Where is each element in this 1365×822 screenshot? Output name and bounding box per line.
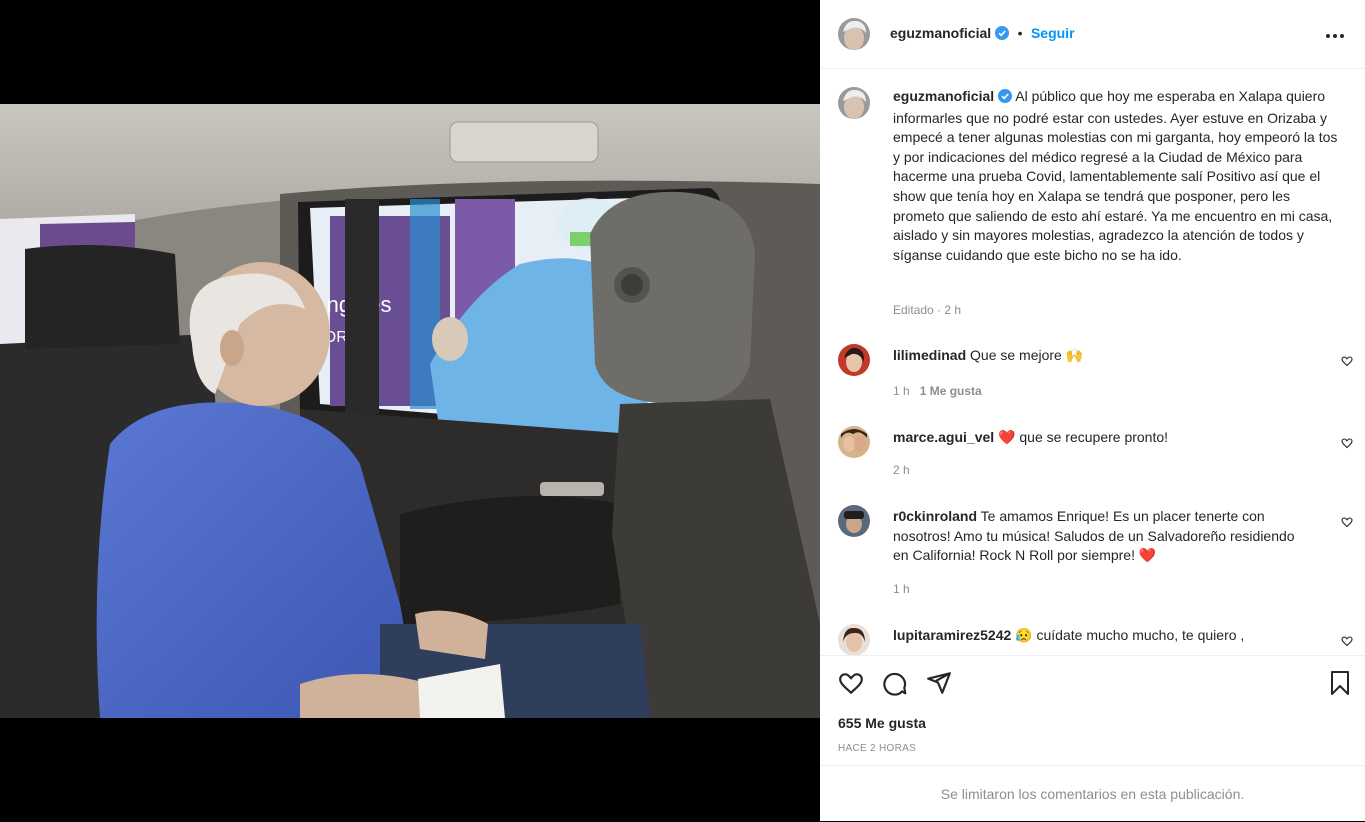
comment-text: lilimedinad Que se mejore 🙌 [893, 346, 1313, 366]
comments-limited-notice: Se limitaron los comentarios en esta pub… [820, 765, 1365, 822]
comments-list[interactable]: eguzmanoficial Al público que hoy me esp… [820, 69, 1365, 655]
comment-like-heart-icon[interactable] [1341, 354, 1353, 372]
author-username[interactable]: eguzmanoficial [890, 25, 991, 41]
caption-verified-badge-icon [998, 89, 1013, 109]
likes-count[interactable]: 655 Me gusta [838, 715, 926, 731]
comment-like-heart-icon[interactable] [1341, 515, 1353, 533]
header-user-row: eguzmanoficial • Seguir [890, 25, 1075, 45]
comment-username[interactable]: marce.agui_vel [893, 429, 994, 445]
post-sidebar: eguzmanoficial • Seguir eguzmanoficial A… [820, 0, 1365, 821]
comment-meta: 1 h 1 Me gusta [893, 384, 982, 398]
author-avatar[interactable] [838, 18, 870, 50]
caption-username[interactable]: eguzmanoficial [893, 88, 994, 104]
comment-time: 2 h [893, 463, 910, 477]
comment-meta: 2 h [893, 463, 910, 477]
author-avatar-image [838, 18, 870, 50]
caption-meta: Editado · 2 h [893, 303, 962, 317]
comment-icon[interactable] [882, 670, 908, 701]
verified-badge-icon [995, 26, 1010, 45]
post-header: eguzmanoficial • Seguir [820, 0, 1365, 69]
post-timestamp[interactable]: HACE 2 HORAS [838, 743, 916, 754]
post-photo-panel: Angeles EDREG [0, 0, 820, 821]
share-icon[interactable] [926, 670, 952, 701]
post-photo: Angeles EDREG [0, 104, 820, 718]
comment-time: 1 h [893, 582, 910, 596]
comment-username[interactable]: lilimedinad [893, 347, 966, 363]
comment-time: 1 h [893, 384, 910, 398]
header-separator-dot: • [1017, 25, 1023, 41]
post-caption: eguzmanoficial Al público que hoy me esp… [893, 87, 1343, 265]
comment-avatar[interactable] [838, 426, 870, 458]
post-actions-bar: 655 Me gusta HACE 2 HORAS [820, 655, 1365, 766]
comment-username[interactable]: lupitaramirez5242 [893, 627, 1011, 643]
comment-avatar[interactable] [838, 344, 870, 376]
comment-body: 😥 cuídate mucho mucho, te quiero , [1015, 627, 1245, 643]
caption-avatar-image [838, 87, 870, 119]
comment-text: lupitaramirez5242 😥 cuídate mucho mucho,… [893, 626, 1313, 646]
follow-button[interactable]: Seguir [1031, 25, 1075, 41]
heart-icon[interactable] [838, 670, 864, 701]
comment-avatar[interactable] [838, 624, 870, 655]
comment-body: Que se mejore 🙌 [970, 347, 1084, 363]
comment-username[interactable]: r0ckinroland [893, 508, 977, 524]
comment-like-heart-icon[interactable] [1341, 634, 1353, 652]
comment-text: marce.agui_vel ❤️ que se recupere pronto… [893, 428, 1313, 448]
bookmark-icon[interactable] [1328, 670, 1352, 701]
comment-like-heart-icon[interactable] [1341, 436, 1353, 454]
caption-avatar[interactable] [838, 87, 870, 119]
comment-text: r0ckinroland Te amamos Enrique! Es un pl… [893, 507, 1313, 566]
comment-avatar[interactable] [838, 505, 870, 537]
comment-body: ❤️ que se recupere pronto! [998, 429, 1169, 445]
caption-text: Al público que hoy me esperaba en Xalapa… [893, 88, 1338, 263]
more-options-icon[interactable] [1325, 26, 1345, 44]
comment-meta: 1 h [893, 582, 910, 596]
comment-likes[interactable]: 1 Me gusta [920, 384, 982, 398]
